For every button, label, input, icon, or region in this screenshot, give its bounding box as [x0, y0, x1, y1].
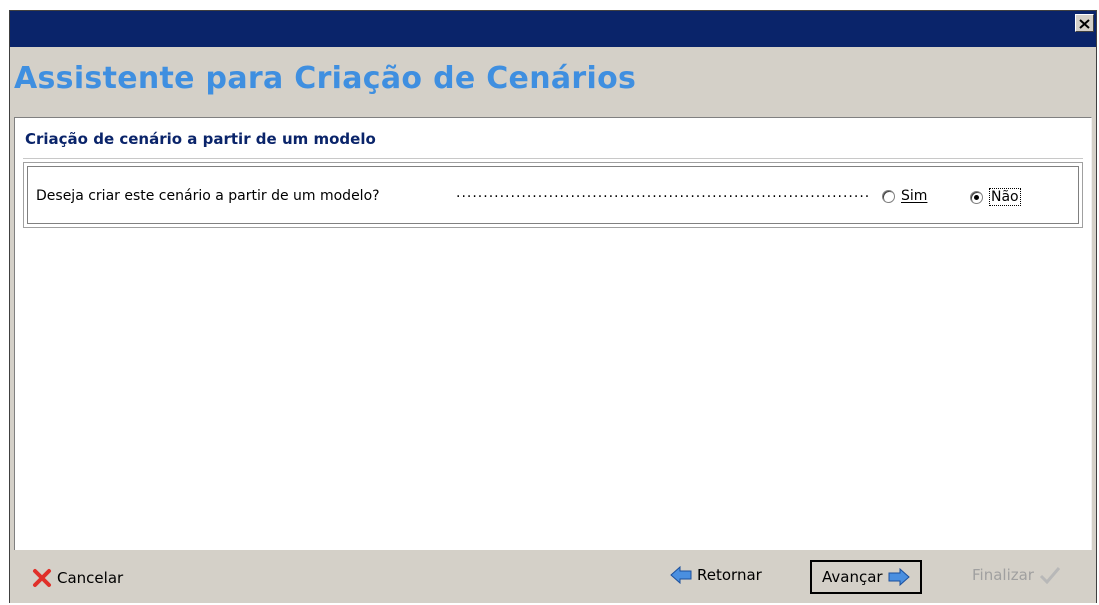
next-button[interactable]: Avançar — [810, 560, 922, 594]
radio-nao[interactable] — [970, 190, 983, 204]
radio-label-sim: Sim — [901, 188, 928, 204]
section-divider — [23, 158, 1083, 159]
wizard-window: Assistente para Criação de Cenários Cria… — [9, 10, 1097, 603]
wizard-header: Assistente para Criação de Cenários — [10, 47, 1096, 117]
section-title: Criação de cenário a partir de um modelo — [25, 130, 376, 148]
wizard-title: Assistente para Criação de Cenários — [14, 61, 637, 96]
leader-dots: ........................................… — [456, 185, 868, 201]
next-label: Avançar — [822, 568, 883, 586]
arrow-left-icon — [670, 566, 692, 584]
wizard-content: Criação de cenário a partir de um modelo… — [14, 117, 1092, 586]
close-icon — [1079, 14, 1090, 33]
close-button[interactable] — [1075, 14, 1094, 32]
radio-sim[interactable] — [882, 189, 895, 203]
finish-label: Finalizar — [972, 566, 1034, 584]
titlebar — [10, 11, 1096, 47]
wizard-footer: Cancelar Retornar Avançar Finalizar — [10, 550, 1096, 603]
back-label: Retornar — [697, 566, 762, 584]
question-label: Deseja criar este cenário a partir de um… — [36, 188, 380, 204]
back-button[interactable]: Retornar — [670, 566, 762, 584]
finish-button[interactable]: Finalizar — [972, 566, 1061, 584]
radio-option-sim[interactable]: Sim — [882, 188, 927, 204]
cancel-button[interactable]: Cancelar — [32, 568, 123, 588]
check-icon — [1039, 566, 1061, 584]
cancel-label: Cancelar — [57, 569, 124, 587]
question-group: Deseja criar este cenário a partir de um… — [23, 162, 1083, 228]
arrow-right-icon — [888, 568, 910, 586]
cancel-x-icon — [32, 568, 52, 588]
radio-option-nao[interactable]: Não — [970, 188, 1021, 206]
radio-label-nao: Não — [989, 188, 1021, 206]
